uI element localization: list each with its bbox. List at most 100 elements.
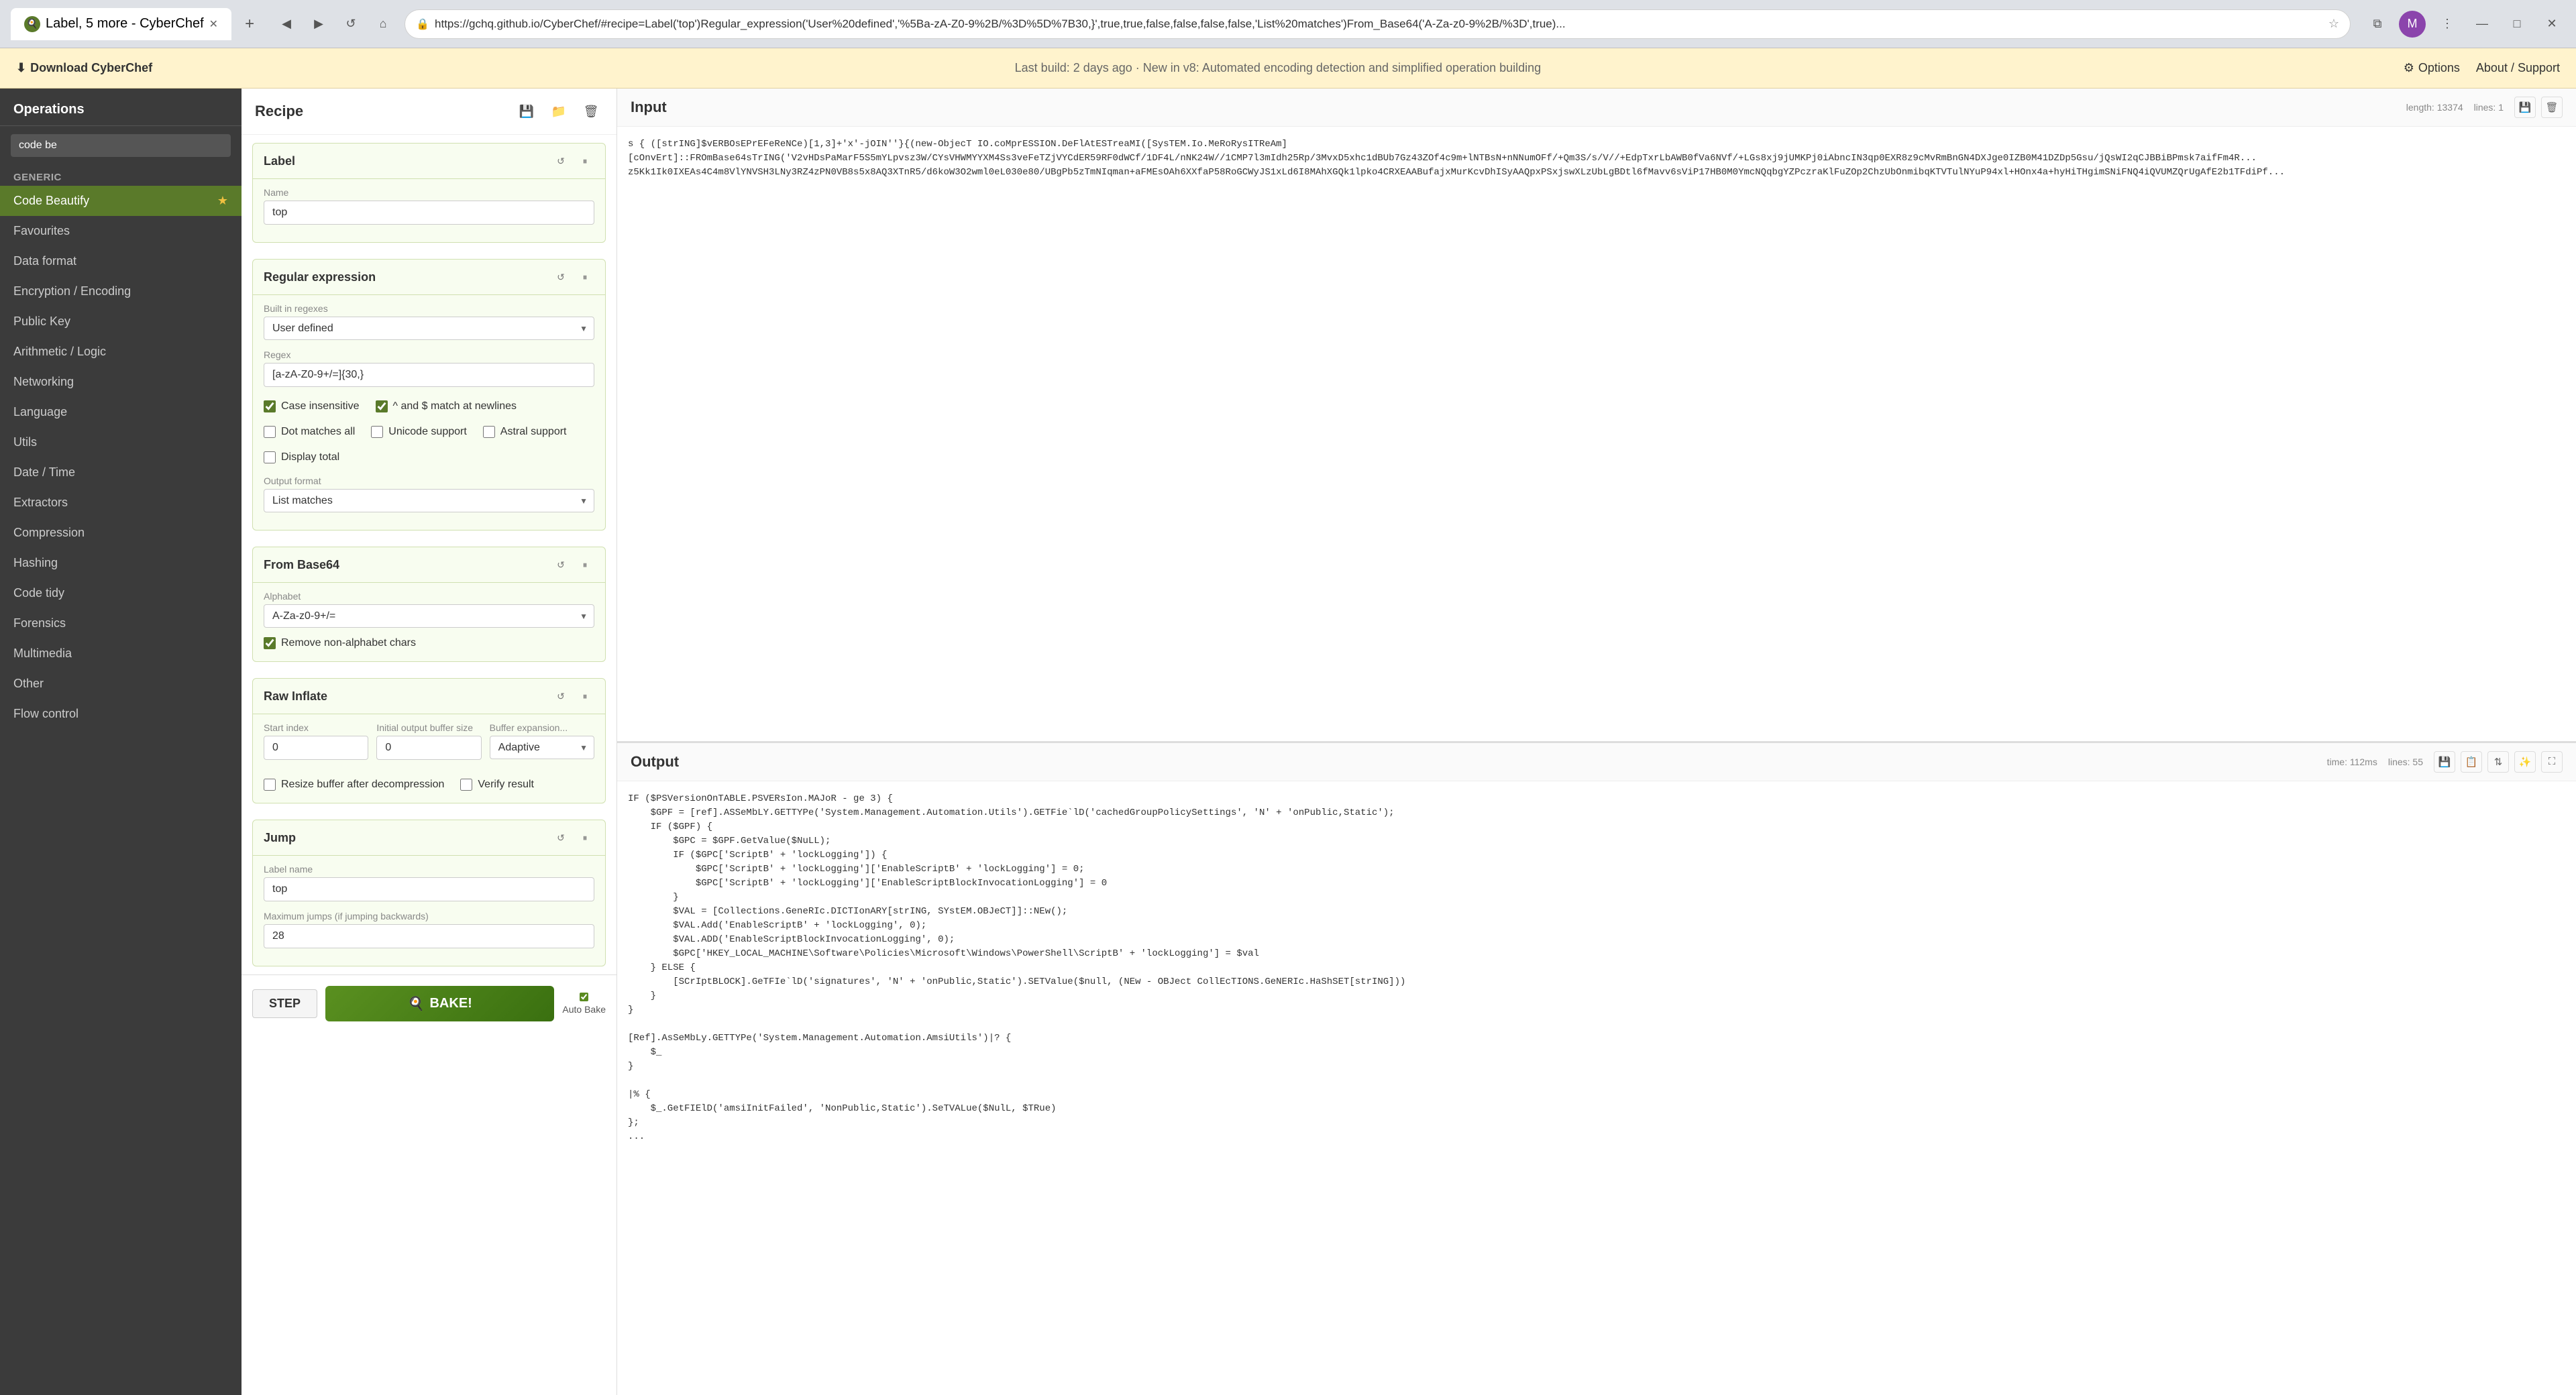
- regex-operation-header[interactable]: Regular expression ↺ ⏸: [253, 260, 605, 294]
- jump-max-jumps-input[interactable]: [264, 924, 594, 948]
- refresh-button[interactable]: ↺: [337, 11, 364, 38]
- jump-disable-button[interactable]: ⏸: [576, 828, 594, 847]
- sidebar-item-flow-control[interactable]: Flow control: [0, 699, 241, 729]
- search-input[interactable]: [11, 134, 231, 157]
- raw-inflate-operation-header[interactable]: Raw Inflate ↺ ⏸: [253, 679, 605, 714]
- jump-operation-header[interactable]: Jump ↺ ⏸: [253, 820, 605, 855]
- extensions-button[interactable]: ⧉: [2364, 11, 2391, 38]
- options-button[interactable]: ⚙ Options: [2404, 61, 2460, 75]
- label-name-input[interactable]: [264, 201, 594, 225]
- user-avatar[interactable]: M: [2399, 11, 2426, 38]
- input-actions: 💾 🗑: [2514, 97, 2563, 118]
- clear-recipe-button[interactable]: 🗑: [579, 99, 603, 123]
- unicode-label[interactable]: Unicode support: [388, 426, 467, 438]
- sidebar-item-data-format[interactable]: Data format: [0, 246, 241, 276]
- alphabet-select[interactable]: A-Za-z0-9+/= A-Za-z0-9-_= A-Za-z0-9+/: [264, 604, 594, 628]
- sidebar-item-label: Arithmetic / Logic: [13, 345, 106, 359]
- sidebar-item-other[interactable]: Other: [0, 669, 241, 699]
- browser-tab[interactable]: 🍳 Label, 5 more - CyberChef ✕: [11, 8, 231, 40]
- close-window-button[interactable]: ✕: [2538, 11, 2565, 38]
- label-operation-header[interactable]: Label ↺ ⏸: [253, 144, 605, 178]
- resize-buffer-checkbox[interactable]: [264, 779, 276, 791]
- step-button[interactable]: STEP: [252, 989, 317, 1018]
- sidebar-item-favourites[interactable]: Favourites: [0, 216, 241, 246]
- output-save-button[interactable]: 💾: [2434, 751, 2455, 773]
- dot-all-label[interactable]: Dot matches all: [281, 426, 355, 438]
- sidebar-item-language[interactable]: Language: [0, 397, 241, 427]
- regex-input[interactable]: [264, 363, 594, 387]
- maximize-button[interactable]: □: [2504, 11, 2530, 38]
- sidebar-search: [0, 126, 241, 165]
- verify-result-label[interactable]: Verify result: [478, 779, 534, 791]
- bookmark-icon[interactable]: ☆: [2328, 17, 2339, 31]
- astral-checkbox[interactable]: [483, 426, 495, 438]
- sidebar-item-public-key[interactable]: Public Key: [0, 306, 241, 337]
- autobake-checkbox[interactable]: [580, 993, 588, 1001]
- about-support-link[interactable]: About / Support: [2476, 61, 2560, 75]
- sidebar-item-utils[interactable]: Utils: [0, 427, 241, 457]
- sidebar-item-forensics[interactable]: Forensics: [0, 608, 241, 638]
- output-fullscreen-button[interactable]: ⛶: [2541, 751, 2563, 773]
- jump-label-name-input[interactable]: [264, 877, 594, 901]
- jump-reset-button[interactable]: ↺: [551, 828, 570, 847]
- output-format-select[interactable]: List matches Highlight matches List capt…: [264, 489, 594, 512]
- forward-button[interactable]: ▶: [305, 11, 332, 38]
- back-button[interactable]: ◀: [273, 11, 300, 38]
- from-base64-operation-header[interactable]: From Base64 ↺ ⏸: [253, 547, 605, 582]
- sidebar-item-encryption[interactable]: Encryption / Encoding: [0, 276, 241, 306]
- sidebar-item-compression[interactable]: Compression: [0, 518, 241, 548]
- astral-label[interactable]: Astral support: [500, 426, 567, 438]
- download-cyberchef-button[interactable]: ⬇ Download CyberChef: [16, 61, 152, 75]
- address-bar[interactable]: 🔒 https://gchq.github.io/CyberChef/#reci…: [405, 9, 2351, 39]
- buffer-exp-select[interactable]: Adaptive Fixed: [490, 736, 594, 759]
- sidebar-item-date-time[interactable]: Date / Time: [0, 457, 241, 488]
- sidebar-item-label: Forensics: [13, 616, 66, 630]
- tab-close-button[interactable]: ✕: [209, 17, 218, 31]
- raw-inflate-disable-button[interactable]: ⏸: [576, 687, 594, 706]
- case-insensitive-label[interactable]: Case insensitive: [281, 400, 360, 412]
- raw-inflate-reset-button[interactable]: ↺: [551, 687, 570, 706]
- resize-buffer-label[interactable]: Resize buffer after decompression: [281, 779, 444, 791]
- sidebar-item-networking[interactable]: Networking: [0, 367, 241, 397]
- menu-button[interactable]: ⋮: [2434, 11, 2461, 38]
- autobake-label[interactable]: Auto Bake: [562, 1004, 606, 1015]
- minimize-button[interactable]: —: [2469, 11, 2496, 38]
- input-textarea[interactable]: s { ([strING]$vERBOsEPrEFeReNCe)[1,3]+'x…: [617, 127, 2576, 741]
- regex-reset-button[interactable]: ↺: [551, 268, 570, 286]
- home-button[interactable]: ⌂: [370, 11, 396, 38]
- remove-non-alpha-label[interactable]: Remove non-alphabet chars: [281, 637, 416, 649]
- verify-result-checkbox[interactable]: [460, 779, 472, 791]
- load-recipe-button[interactable]: 📁: [547, 99, 571, 123]
- bake-button[interactable]: 🍳 BAKE!: [325, 986, 554, 1021]
- sidebar-item-hashing[interactable]: Hashing: [0, 548, 241, 578]
- caret-dollar-label[interactable]: ^ and $ match at newlines: [393, 400, 517, 412]
- sidebar-item-extractors[interactable]: Extractors: [0, 488, 241, 518]
- initial-buffer-input[interactable]: [376, 736, 481, 760]
- case-insensitive-checkbox[interactable]: [264, 400, 276, 412]
- unicode-checkbox[interactable]: [371, 426, 383, 438]
- regex-builtin-select[interactable]: User defined IPv4 address IPv6 address E…: [264, 317, 594, 340]
- start-index-input[interactable]: [264, 736, 368, 760]
- raw-inflate-body: Start index Initial output buffer size B…: [253, 714, 605, 803]
- remove-non-alpha-checkbox[interactable]: [264, 637, 276, 649]
- from-base64-reset-button[interactable]: ↺: [551, 555, 570, 574]
- output-switch-button[interactable]: ⇅: [2487, 751, 2509, 773]
- input-clear-button[interactable]: 🗑: [2541, 97, 2563, 118]
- output-magic-button[interactable]: ✨: [2514, 751, 2536, 773]
- sidebar-item-multimedia[interactable]: Multimedia: [0, 638, 241, 669]
- sidebar-item-arithmetic[interactable]: Arithmetic / Logic: [0, 337, 241, 367]
- save-recipe-button[interactable]: 💾: [515, 99, 539, 123]
- from-base64-disable-button[interactable]: ⏸: [576, 555, 594, 574]
- label-reset-button[interactable]: ↺: [551, 152, 570, 170]
- caret-dollar-checkbox[interactable]: [376, 400, 388, 412]
- label-disable-button[interactable]: ⏸: [576, 152, 594, 170]
- display-total-label[interactable]: Display total: [281, 451, 339, 463]
- display-total-checkbox[interactable]: [264, 451, 276, 463]
- dot-all-checkbox[interactable]: [264, 426, 276, 438]
- sidebar-item-code-beautify[interactable]: Code Beautify ★: [0, 186, 241, 216]
- input-save-button[interactable]: 💾: [2514, 97, 2536, 118]
- output-copy-button[interactable]: 📋: [2461, 751, 2482, 773]
- regex-disable-button[interactable]: ⏸: [576, 268, 594, 286]
- new-tab-button[interactable]: +: [239, 15, 260, 34]
- sidebar-item-code-tidy[interactable]: Code tidy: [0, 578, 241, 608]
